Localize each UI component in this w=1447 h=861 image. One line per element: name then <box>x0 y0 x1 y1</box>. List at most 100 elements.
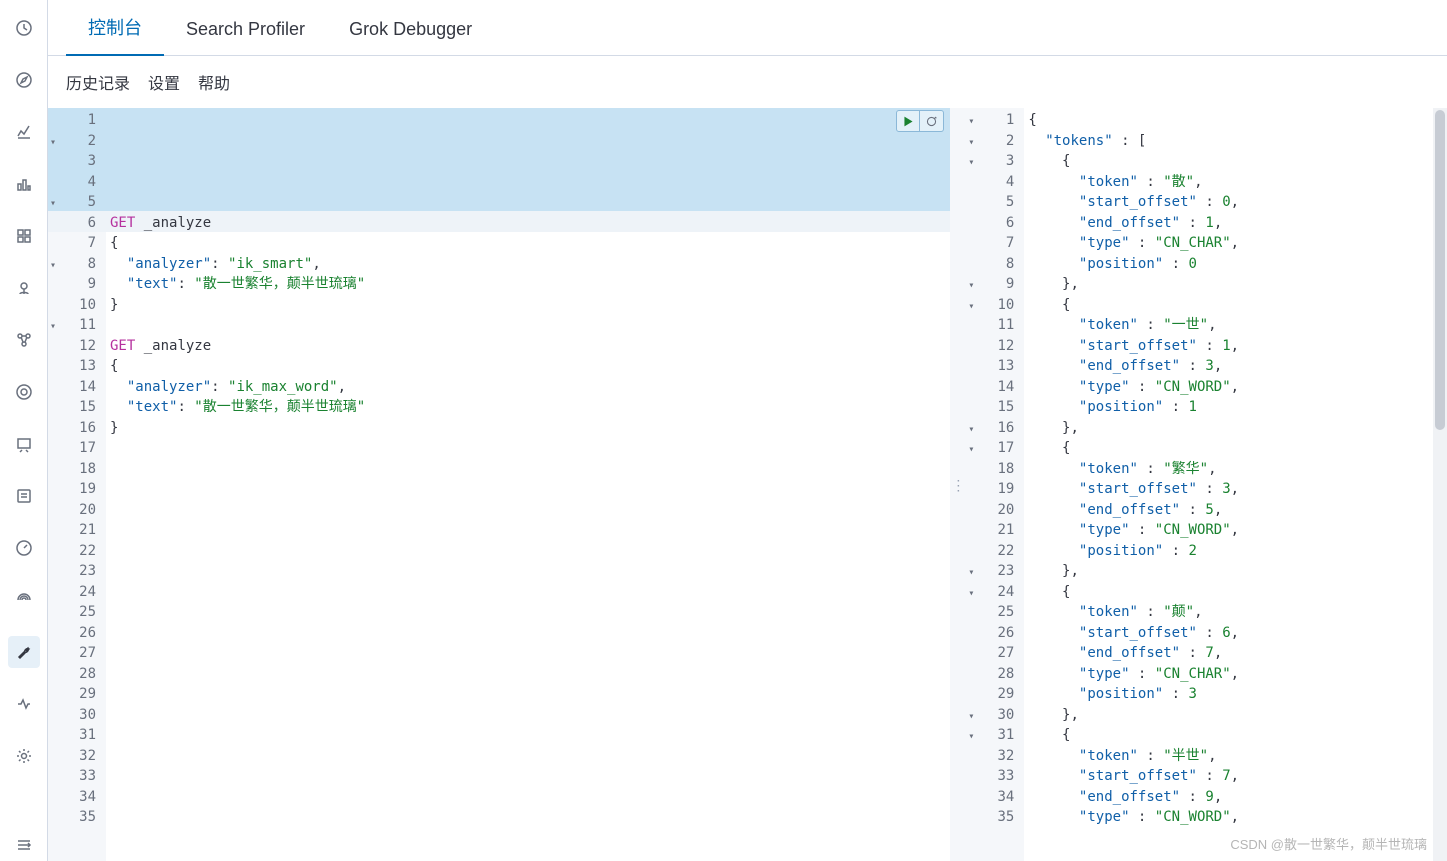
code-line[interactable] <box>106 725 950 746</box>
code-line[interactable]: "start_offset" : 7, <box>1024 766 1447 787</box>
code-line[interactable]: "end_offset" : 7, <box>1024 643 1447 664</box>
code-line[interactable]: { <box>1024 295 1447 316</box>
code-line[interactable]: { <box>1024 110 1447 131</box>
nav-clock-icon[interactable] <box>8 12 40 44</box>
nav-ml-icon[interactable] <box>8 376 40 408</box>
code-line[interactable] <box>106 438 950 459</box>
code-line[interactable] <box>106 664 950 685</box>
nav-canvas-icon[interactable] <box>8 428 40 460</box>
fold-toggle-icon[interactable]: ▾ <box>50 133 56 154</box>
menu-item-0[interactable]: 历史记录 <box>66 70 130 94</box>
code-line[interactable]: "analyzer": "ik_smart", <box>106 254 950 275</box>
fold-toggle-icon[interactable]: ▾ <box>968 707 974 728</box>
code-line[interactable]: "tokens" : [ <box>1024 131 1447 152</box>
code-line[interactable]: }, <box>1024 561 1447 582</box>
fold-toggle-icon[interactable]: ▾ <box>968 133 974 154</box>
code-line[interactable]: { <box>106 233 950 254</box>
code-line[interactable] <box>106 766 950 787</box>
code-line[interactable]: "position" : 2 <box>1024 541 1447 562</box>
code-line[interactable] <box>106 787 950 808</box>
code-line[interactable] <box>106 643 950 664</box>
nav-compass-icon[interactable] <box>8 64 40 96</box>
fold-toggle-icon[interactable]: ▾ <box>968 440 974 461</box>
code-line[interactable]: }, <box>1024 705 1447 726</box>
nav-graph-icon[interactable] <box>8 324 40 356</box>
nav-metrics-icon[interactable] <box>8 532 40 564</box>
nav-collapse-icon[interactable] <box>8 829 40 861</box>
run-request-button[interactable] <box>896 110 920 132</box>
code-line[interactable]: "start_offset" : 0, <box>1024 192 1447 213</box>
menu-item-1[interactable]: 设置 <box>148 70 180 94</box>
code-line[interactable]: "type" : "CN_CHAR", <box>1024 233 1447 254</box>
code-line[interactable]: "text": "散一世繁华，颠半世琉璃" <box>106 397 950 418</box>
fold-toggle-icon[interactable]: ▾ <box>968 727 974 748</box>
code-line[interactable] <box>106 582 950 603</box>
nav-logs-icon[interactable] <box>8 480 40 512</box>
code-line[interactable]: } <box>106 418 950 439</box>
code-line[interactable]: "type" : "CN_WORD", <box>1024 377 1447 398</box>
code-line[interactable]: { <box>1024 438 1447 459</box>
code-line[interactable]: "start_offset" : 6, <box>1024 623 1447 644</box>
code-line[interactable] <box>106 623 950 644</box>
nav-maps-icon[interactable] <box>8 272 40 304</box>
code-line[interactable] <box>106 459 950 480</box>
code-line[interactable]: { <box>106 356 950 377</box>
code-line[interactable]: { <box>1024 725 1447 746</box>
code-line[interactable]: "type" : "CN_WORD", <box>1024 807 1447 828</box>
code-line[interactable]: "token" : "颠", <box>1024 602 1447 623</box>
code-line[interactable] <box>106 541 950 562</box>
code-line[interactable] <box>106 705 950 726</box>
fold-toggle-icon[interactable]: ▾ <box>968 112 974 133</box>
code-line[interactable]: }, <box>1024 274 1447 295</box>
tab-0[interactable]: 控制台 <box>66 0 164 56</box>
code-line[interactable]: } <box>106 295 950 316</box>
tab-2[interactable]: Grok Debugger <box>327 5 494 56</box>
fold-toggle-icon[interactable]: ▾ <box>50 194 56 215</box>
code-line[interactable]: "end_offset" : 9, <box>1024 787 1447 808</box>
code-line[interactable] <box>106 602 950 623</box>
fold-toggle-icon[interactable]: ▾ <box>968 584 974 605</box>
code-line[interactable]: "start_offset" : 3, <box>1024 479 1447 500</box>
request-editor[interactable]: 12▾345▾678▾91011▾12131415161718192021222… <box>48 108 950 861</box>
code-line[interactable]: { <box>1024 151 1447 172</box>
code-line[interactable]: { <box>1024 582 1447 603</box>
code-line[interactable] <box>106 561 950 582</box>
fold-toggle-icon[interactable]: ▾ <box>968 420 974 441</box>
nav-wrench-icon[interactable] <box>8 636 40 668</box>
code-line[interactable]: GET _analyze <box>106 213 950 234</box>
nav-visualize-icon[interactable] <box>8 168 40 200</box>
code-line[interactable]: "start_offset" : 1, <box>1024 336 1447 357</box>
code-line[interactable]: GET _analyze <box>106 336 950 357</box>
fold-toggle-icon[interactable]: ▾ <box>968 276 974 297</box>
code-line[interactable]: "position" : 3 <box>1024 684 1447 705</box>
fold-toggle-icon[interactable]: ▾ <box>50 317 56 338</box>
code-line[interactable]: "analyzer": "ik_max_word", <box>106 377 950 398</box>
code-line[interactable] <box>106 807 950 828</box>
code-line[interactable]: "token" : "半世", <box>1024 746 1447 767</box>
code-line[interactable]: "type" : "CN_CHAR", <box>1024 664 1447 685</box>
code-line[interactable]: "end_offset" : 5, <box>1024 500 1447 521</box>
code-line[interactable]: "end_offset" : 1, <box>1024 213 1447 234</box>
code-line[interactable]: "text": "散一世繁华，颠半世琉璃" <box>106 274 950 295</box>
menu-item-2[interactable]: 帮助 <box>198 70 230 94</box>
code-line[interactable] <box>106 520 950 541</box>
nav-apm-icon[interactable] <box>8 584 40 616</box>
response-viewer[interactable]: 1▾2▾3▾456789▾10▾111213141516▾17▾18192021… <box>966 108 1447 861</box>
code-line[interactable] <box>106 500 950 521</box>
code-line[interactable] <box>106 479 950 500</box>
fold-toggle-icon[interactable]: ▾ <box>968 297 974 318</box>
code-line[interactable]: "position" : 0 <box>1024 254 1447 275</box>
nav-dashboard-icon[interactable] <box>8 220 40 252</box>
code-line[interactable] <box>106 828 950 849</box>
code-line[interactable] <box>106 746 950 767</box>
code-line[interactable] <box>106 848 950 861</box>
nav-gear-icon[interactable] <box>8 740 40 772</box>
pane-resizer[interactable]: ⋮ <box>950 108 966 861</box>
code-line[interactable]: "token" : "一世", <box>1024 315 1447 336</box>
code-line[interactable]: }, <box>1024 418 1447 439</box>
tab-1[interactable]: Search Profiler <box>164 5 327 56</box>
request-options-button[interactable] <box>920 110 944 132</box>
fold-toggle-icon[interactable]: ▾ <box>50 256 56 277</box>
nav-heartbeat-icon[interactable] <box>8 688 40 720</box>
code-line[interactable]: "position" : 1 <box>1024 397 1447 418</box>
